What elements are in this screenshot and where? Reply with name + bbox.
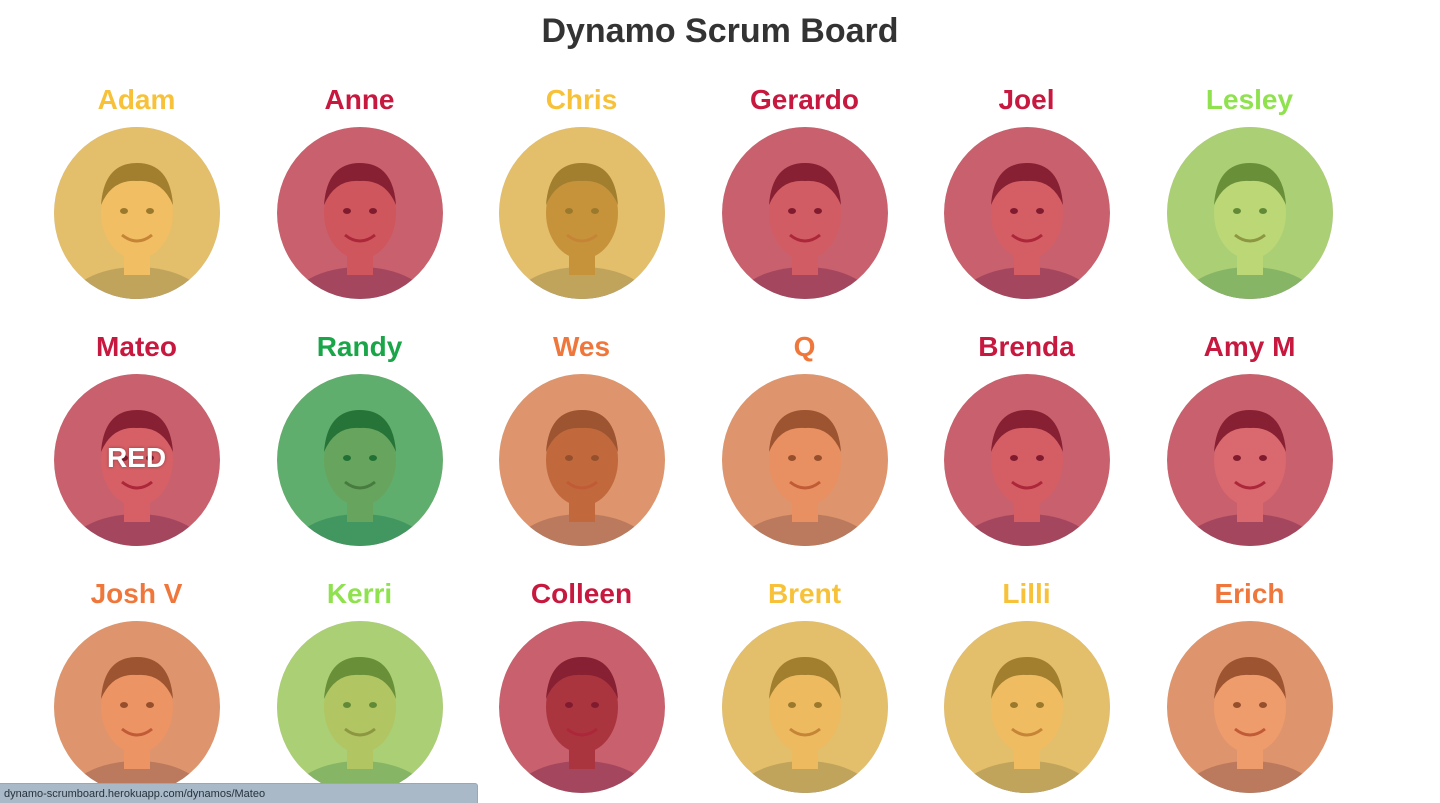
status-color-overlay xyxy=(53,621,220,793)
member-card-gerardo[interactable]: Gerardo xyxy=(693,82,916,322)
status-color-overlay xyxy=(276,374,443,546)
member-card-q[interactable]: Q xyxy=(693,329,916,569)
member-card-brent[interactable]: Brent xyxy=(693,576,916,803)
member-avatar[interactable] xyxy=(943,127,1110,299)
member-avatar[interactable] xyxy=(276,374,443,546)
member-card-erich[interactable]: Erich xyxy=(1138,576,1361,803)
member-card-randy[interactable]: Randy xyxy=(248,329,471,569)
member-card-kerri[interactable]: Kerri xyxy=(248,576,471,803)
member-name: Randy xyxy=(316,331,403,362)
status-color-overlay xyxy=(498,127,665,299)
member-avatar[interactable] xyxy=(498,621,665,793)
status-color-overlay xyxy=(1166,621,1333,793)
member-name: Joel xyxy=(998,84,1055,115)
status-color-overlay xyxy=(1166,374,1333,546)
member-avatar[interactable] xyxy=(943,621,1110,793)
page-title: Dynamo Scrum Board xyxy=(541,12,899,50)
member-name: Chris xyxy=(545,84,618,115)
member-name: Erich xyxy=(1214,578,1285,609)
member-avatar[interactable]: RED xyxy=(53,374,220,546)
member-name: Adam xyxy=(97,84,176,115)
member-name: Josh V xyxy=(90,578,183,609)
member-name: Wes xyxy=(552,331,611,362)
member-name: Gerardo xyxy=(750,84,859,115)
member-avatar[interactable] xyxy=(498,127,665,299)
status-color-overlay xyxy=(943,374,1110,546)
member-avatar[interactable] xyxy=(1166,621,1333,793)
member-avatar[interactable] xyxy=(1166,127,1333,299)
member-card-brenda[interactable]: Brenda xyxy=(915,329,1138,569)
member-card-colleen[interactable]: Colleen xyxy=(470,576,693,803)
member-avatar[interactable] xyxy=(943,374,1110,546)
member-name: Mateo xyxy=(96,331,177,362)
member-name: Brenda xyxy=(978,331,1075,362)
member-avatar[interactable] xyxy=(1166,374,1333,546)
status-color-overlay xyxy=(943,621,1110,793)
member-avatar[interactable] xyxy=(53,621,220,793)
status-color-overlay xyxy=(53,127,220,299)
status-color-overlay xyxy=(276,621,443,793)
status-color-overlay xyxy=(276,127,443,299)
member-name: Brent xyxy=(767,578,842,609)
member-name: Anne xyxy=(324,84,395,115)
member-card-amy-m[interactable]: Amy M xyxy=(1138,329,1361,569)
member-name: Colleen xyxy=(530,578,633,609)
status-color-overlay xyxy=(498,621,665,793)
status-hover-label: RED xyxy=(106,442,167,473)
status-color-overlay xyxy=(943,127,1110,299)
member-card-lilli[interactable]: Lilli xyxy=(915,576,1138,803)
member-avatar[interactable] xyxy=(276,127,443,299)
member-avatar[interactable] xyxy=(498,374,665,546)
link-status-bar: dynamo-scrumboard.herokuapp.com/dynamos/… xyxy=(0,783,478,803)
member-name: Lesley xyxy=(1205,84,1294,115)
member-card-chris[interactable]: Chris xyxy=(470,82,693,322)
member-card-wes[interactable]: Wes xyxy=(470,329,693,569)
member-card-josh-v[interactable]: Josh V xyxy=(25,576,248,803)
member-avatar[interactable] xyxy=(721,621,888,793)
status-color-overlay xyxy=(498,374,665,546)
member-card-anne[interactable]: Anne xyxy=(248,82,471,322)
member-card-mateo[interactable]: Mateo RED xyxy=(25,329,248,569)
page: Dynamo Scrum Board Adam Anne Chris Gerardo J… xyxy=(0,0,1440,803)
member-name: Q xyxy=(793,331,816,362)
member-card-adam[interactable]: Adam xyxy=(25,82,248,322)
status-color-overlay xyxy=(1166,127,1333,299)
member-avatar[interactable] xyxy=(276,621,443,793)
status-color-overlay xyxy=(721,621,888,793)
member-name: Kerri xyxy=(326,578,393,609)
member-name: Amy M xyxy=(1203,331,1296,362)
member-avatar[interactable] xyxy=(721,127,888,299)
member-avatar[interactable] xyxy=(53,127,220,299)
member-avatar[interactable] xyxy=(721,374,888,546)
status-color-overlay xyxy=(721,374,888,546)
member-card-joel[interactable]: Joel xyxy=(915,82,1138,322)
status-color-overlay xyxy=(721,127,888,299)
member-card-lesley[interactable]: Lesley xyxy=(1138,82,1361,322)
member-name: Lilli xyxy=(1002,578,1051,609)
